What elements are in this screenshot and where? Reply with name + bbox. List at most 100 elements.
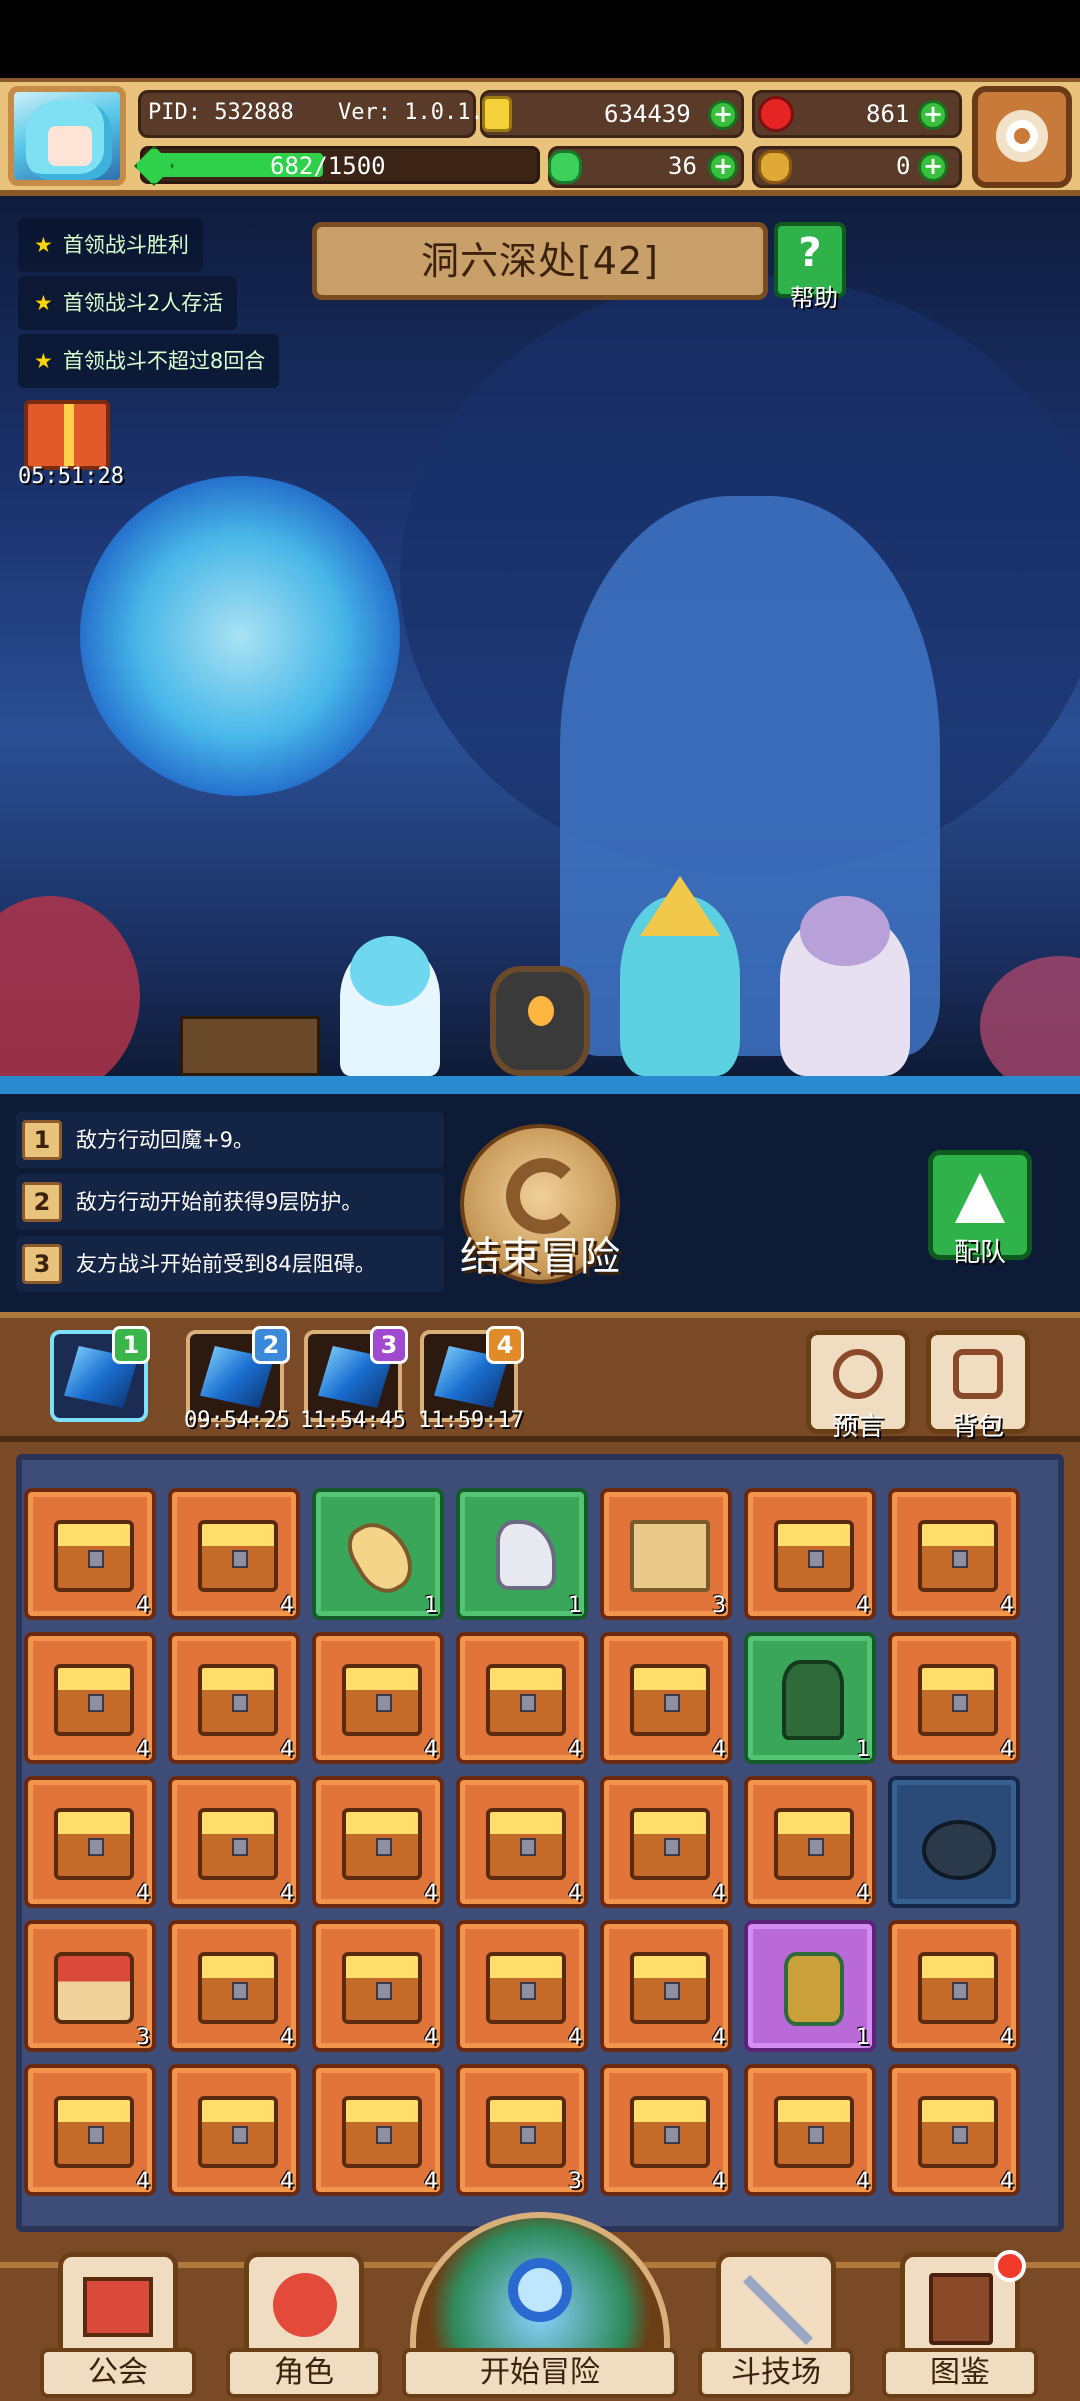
team-label: 配队: [953, 1238, 1006, 1268]
inventory-slot[interactable]: 4: [168, 1632, 300, 1764]
item-count: 4: [424, 1881, 438, 1906]
guild-hall-icon: [83, 2277, 153, 2337]
item-count: 4: [712, 1881, 726, 1906]
cave-scene: [0, 196, 1080, 1094]
crystal-timer: 11:54:45: [300, 1408, 406, 1433]
inventory-slot[interactable]: 4: [600, 1920, 732, 2052]
inventory-slot[interactable]: 1: [744, 1632, 876, 1764]
inventory-slot[interactable]: 4: [312, 1920, 444, 2052]
gift-timer: 05:51:28: [18, 464, 124, 489]
inventory-slot[interactable]: [888, 1776, 1020, 1908]
inventory-slot[interactable]: 4: [888, 1632, 1020, 1764]
chest-icon: [342, 1952, 422, 2024]
pot-icon: [922, 1820, 996, 1880]
inventory-slot[interactable]: 4: [168, 1776, 300, 1908]
inventory-slot[interactable]: 4: [168, 1920, 300, 2052]
item-count: 4: [280, 1737, 294, 1762]
quest-item: ★ 首领战斗2人存活: [18, 276, 238, 330]
red-gem-icon: [758, 96, 794, 132]
inventory-slot[interactable]: 4: [24, 1488, 156, 1620]
star-icon: ★: [34, 291, 53, 315]
inventory-slot[interactable]: 4: [600, 2064, 732, 2196]
inventory-slot[interactable]: 4: [312, 1632, 444, 1764]
chest-icon: [342, 1808, 422, 1880]
chest-icon: [486, 1952, 566, 2024]
inventory-slot[interactable]: 4: [888, 1920, 1020, 2052]
event-text: 友方战斗开始前受到84层阻碍。: [76, 1252, 376, 1276]
item-count: 4: [568, 2025, 582, 2050]
magnifier-icon: [508, 2258, 572, 2322]
inventory-slot[interactable]: 3: [24, 1920, 156, 2052]
event-number: 2: [22, 1182, 62, 1222]
gold-bag-icon: [758, 150, 792, 184]
add-gem-button[interactable]: +: [918, 100, 948, 130]
inventory-slot[interactable]: 4: [456, 1632, 588, 1764]
inventory-slot[interactable]: 3: [456, 2064, 588, 2196]
inventory-slot[interactable]: 4: [24, 2064, 156, 2196]
xp-text: 682/1500: [270, 152, 386, 180]
star-icon: ★: [34, 349, 53, 373]
crystal-timer: 09:54:25: [184, 1408, 290, 1433]
item-count: 3: [712, 1593, 726, 1618]
chest-icon: [918, 1664, 998, 1736]
boots2-icon: [784, 1952, 844, 2026]
event-row: 2 敌方行动开始前获得9层防护。: [16, 1174, 444, 1230]
event-text: 敌方行动开始前获得9层防护。: [76, 1190, 363, 1214]
quest-label: 首领战斗不超过8回合: [62, 349, 266, 373]
inventory-slot[interactable]: 4: [600, 1776, 732, 1908]
chest-icon: [774, 2096, 854, 2168]
crystal-badge: 1: [112, 1326, 150, 1364]
inventory-slot[interactable]: 4: [312, 1776, 444, 1908]
chest-icon: [774, 1808, 854, 1880]
backpack-icon: [953, 1349, 1003, 1399]
item-count: 4: [136, 1737, 150, 1762]
bag-amount: 0: [896, 152, 911, 180]
inventory-slot[interactable]: 4: [24, 1776, 156, 1908]
chest-icon: [198, 1808, 278, 1880]
inventory-slot[interactable]: 1: [312, 1488, 444, 1620]
return-arrow-icon: [506, 1158, 582, 1234]
inventory-slot[interactable]: 4: [168, 1488, 300, 1620]
inventory-slot[interactable]: 4: [888, 1488, 1020, 1620]
item-count: 4: [1000, 2169, 1014, 2194]
inventory-slot[interactable]: 3: [600, 1488, 732, 1620]
chest-icon: [918, 2096, 998, 2168]
inventory-slot[interactable]: 4: [456, 1776, 588, 1908]
inventory-slot[interactable]: 4: [888, 2064, 1020, 2196]
event-number: 1: [22, 1120, 62, 1160]
codex-tab-label: 图鉴: [882, 2348, 1038, 2398]
add-gold-button[interactable]: +: [708, 100, 738, 130]
help-button[interactable]: ? 帮助: [774, 222, 846, 312]
gold-amount: 634439: [604, 100, 691, 128]
redchest-icon: [54, 1952, 134, 2024]
gift-box-icon[interactable]: [24, 400, 110, 470]
chest-icon: [198, 1952, 278, 2024]
item-count: 4: [280, 1881, 294, 1906]
crystal-bar: [0, 1312, 1080, 1442]
item-count: 3: [568, 2169, 582, 2194]
end-adventure-label: 结束冒险: [460, 1234, 620, 1280]
inventory-slot[interactable]: 4: [456, 1920, 588, 2052]
cloak-icon: [782, 1660, 844, 1740]
add-clover-button[interactable]: +: [708, 152, 738, 182]
inventory-slot[interactable]: 4: [168, 2064, 300, 2196]
inventory-slot[interactable]: 4: [312, 2064, 444, 2196]
inventory-slot[interactable]: 4: [744, 1488, 876, 1620]
add-bag-button[interactable]: +: [918, 152, 948, 182]
settings-button[interactable]: [972, 86, 1072, 188]
inventory-slot[interactable]: 4: [24, 1632, 156, 1764]
item-count: 4: [568, 1737, 582, 1762]
inventory-slot[interactable]: 4: [744, 2064, 876, 2196]
chest-icon: [54, 1664, 134, 1736]
player-avatar[interactable]: [8, 86, 126, 186]
inventory-slot[interactable]: 4: [744, 1776, 876, 1908]
inventory-slot[interactable]: 4: [600, 1632, 732, 1764]
item-count: 1: [856, 1737, 870, 1762]
inventory-slot[interactable]: 1: [744, 1920, 876, 2052]
stage-title: 洞六深处[42]: [312, 222, 768, 300]
quest-label: 首领战斗胜利: [62, 233, 189, 257]
inventory-slot[interactable]: 1: [456, 1488, 588, 1620]
chest-icon: [54, 2096, 134, 2168]
chest-icon: [54, 1520, 134, 1592]
quest-item: ★ 首领战斗胜利: [18, 218, 203, 272]
